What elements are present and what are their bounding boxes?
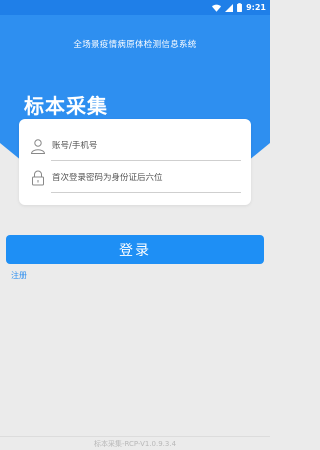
password-field[interactable] — [29, 165, 241, 193]
password-input[interactable] — [52, 173, 232, 183]
wifi-icon — [212, 4, 222, 12]
version-label: 标本采集-RCP-V1.0.9.3.4 — [93, 440, 177, 448]
user-icon — [29, 137, 47, 155]
login-button[interactable]: 登录 — [6, 235, 264, 264]
login-card — [19, 119, 251, 205]
page-title: 标本采集 — [24, 94, 108, 118]
password-underline — [51, 192, 241, 193]
account-input[interactable] — [52, 141, 232, 151]
footer-divider — [0, 436, 270, 437]
login-screen: 9:21 全场景疫情病原体检测信息系统 标本采集 账号/手机号 登录 注册 标本… — [0, 0, 270, 450]
system-title: 全场景疫情病原体检测信息系统 — [73, 40, 197, 50]
battery-icon — [237, 3, 243, 12]
status-time: 9:21 — [246, 3, 266, 12]
status-bar: 9:21 — [0, 0, 270, 15]
account-field[interactable] — [29, 133, 241, 161]
account-underline — [51, 160, 241, 161]
register-link[interactable]: 注册 — [11, 270, 27, 281]
cellular-signal-icon — [225, 3, 234, 12]
lock-icon — [29, 169, 47, 187]
